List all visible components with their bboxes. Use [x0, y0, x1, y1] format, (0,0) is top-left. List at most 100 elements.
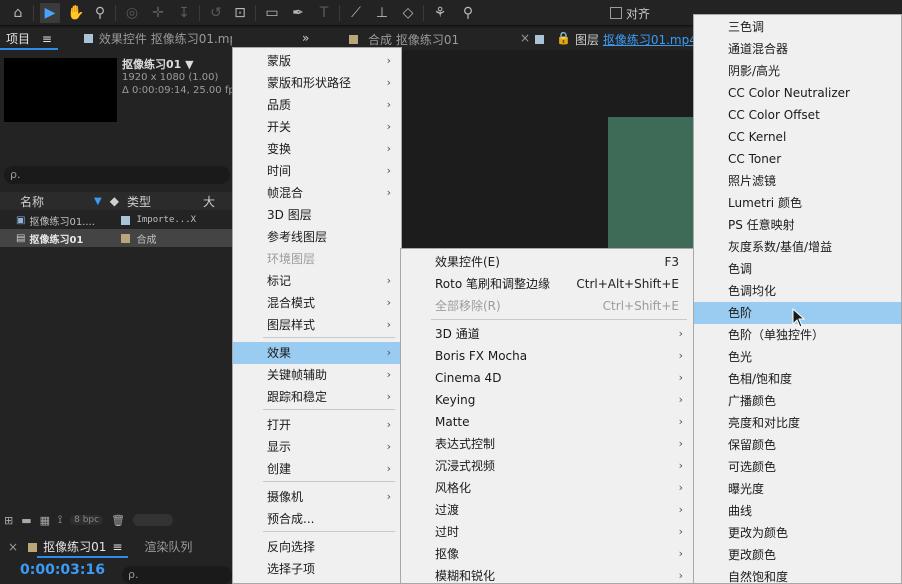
column-type[interactable]: 类型 [127, 193, 203, 210]
color-menu-item[interactable]: 照片滤镜 [694, 170, 901, 192]
timeline-search-input[interactable]: ρ. [122, 566, 232, 584]
rectangle-icon[interactable]: ▭ [262, 3, 282, 23]
effects-menu-item[interactable]: Matte › [401, 411, 693, 433]
context-menu-item[interactable]: 品质 › [233, 94, 401, 116]
effects-menu-item[interactable]: Cinema 4D › [401, 367, 693, 389]
thumbnail-slider[interactable] [133, 514, 174, 526]
context-menu-item[interactable]: 跟踪和稳定 › [233, 386, 401, 408]
color-menu-item[interactable]: CC Kernel [694, 126, 901, 148]
color-menu-item[interactable]: Lumetri 颜色 [694, 192, 901, 214]
type-icon[interactable]: T [314, 3, 334, 23]
effects-menu-item[interactable]: 过渡 › [401, 499, 693, 521]
label-tag-icon[interactable]: ◆ [110, 194, 119, 208]
close-icon[interactable]: × [520, 31, 530, 45]
context-menu-item[interactable]: 混合模式 › [233, 292, 401, 314]
color-menu-item[interactable]: 保留颜色 [694, 434, 901, 456]
color-menu-item[interactable]: 色调均化 [694, 280, 901, 302]
column-name[interactable]: 名称 [20, 193, 94, 210]
color-menu-item[interactable]: PS 任意映射 [694, 214, 901, 236]
context-menu-item[interactable]: 打开 › [233, 414, 401, 436]
stamp-icon[interactable]: ⊥ [372, 3, 392, 23]
orbit-icon[interactable]: ◎ [122, 3, 142, 23]
effects-menu-item[interactable]: Boris FX Mocha › [401, 345, 693, 367]
puppet-pin-icon[interactable]: ⚲ [458, 3, 478, 23]
effects-menu-item[interactable]: Roto 笔刷和调整边缘 Ctrl+Alt+Shift+E [401, 273, 693, 295]
context-menu-item[interactable]: 图层样式 › [233, 314, 401, 336]
context-menu-item[interactable]: 开关 › [233, 116, 401, 138]
lock-icon[interactable]: 🔒 [556, 31, 571, 45]
bpc-toggle[interactable]: 8 bpc [70, 515, 104, 525]
trash-icon[interactable]: 🗑 [111, 514, 125, 527]
tab-timeline-comp[interactable]: 抠像练习01 ≡ [37, 536, 129, 558]
hand-icon[interactable]: ✋ [66, 3, 86, 23]
color-menu-item[interactable]: 三色调 [694, 16, 901, 38]
effects-menu-item[interactable]: 过时 › [401, 521, 693, 543]
label-swatch[interactable] [121, 215, 131, 225]
tab-effect-controls[interactable]: 效果控件 抠像练习01.mp4 [78, 28, 251, 50]
snap-checkbox[interactable]: 对齐 [610, 4, 650, 22]
timecode-display[interactable]: 0:00:03:16 [20, 562, 105, 578]
tab-layer[interactable]: 图层 抠像练习01.mp4 [575, 31, 697, 48]
new-folder-icon[interactable]: ▬ [21, 514, 31, 527]
color-menu-item[interactable]: 更改颜色 [694, 544, 901, 566]
rotate-icon[interactable]: ↺ [206, 3, 226, 23]
project-search-input[interactable]: ρ. [4, 166, 230, 184]
color-menu-item[interactable]: 通道混合器 [694, 38, 901, 60]
tab-render-queue[interactable]: 渲染队列 [138, 536, 198, 558]
effects-menu-item[interactable]: 表达式控制 › [401, 433, 693, 455]
color-menu-item[interactable]: 灰度系数/基值/增益 [694, 236, 901, 258]
color-menu-item[interactable]: 曝光度 [694, 478, 901, 500]
color-menu-item[interactable]: 自然饱和度 [694, 566, 901, 584]
close-icon[interactable]: × [8, 540, 18, 554]
selection-icon[interactable]: ▶ [40, 3, 60, 23]
color-menu-item[interactable]: 阴影/高光 [694, 60, 901, 82]
panel-expand-icon[interactable]: » [302, 31, 309, 45]
pen-icon[interactable]: ✒ [288, 3, 308, 23]
zoom-icon[interactable]: ⚲ [90, 3, 110, 23]
sort-arrow-icon[interactable]: ▼ [94, 196, 102, 207]
eraser-icon[interactable]: ◇ [398, 3, 418, 23]
context-menu-item[interactable]: 效果 › [233, 342, 401, 364]
color-menu-item[interactable]: 曲线 [694, 500, 901, 522]
column-size[interactable]: 大 [203, 193, 215, 210]
context-menu-item[interactable]: 显示 › [233, 436, 401, 458]
context-menu-item[interactable]: 反向选择 [233, 536, 401, 558]
brush-icon[interactable]: ⟋ [346, 3, 366, 23]
color-menu-item[interactable]: 色调 [694, 258, 901, 280]
panel-menu-icon[interactable]: ≡ [112, 540, 122, 554]
context-menu-item[interactable]: 创建 › [233, 458, 401, 480]
interpret-footage-icon[interactable]: ⊞ [4, 514, 13, 527]
context-menu-item[interactable]: 参考线图层 [233, 226, 401, 248]
project-row[interactable]: ▣ 抠像练习01.... Importe...X [0, 211, 232, 229]
context-menu-item[interactable]: 选择子项 [233, 558, 401, 580]
flowchart-icon[interactable]: ⟟ [58, 513, 62, 527]
color-menu-item[interactable]: 可选颜色 [694, 456, 901, 478]
home-icon[interactable]: ⌂ [8, 3, 28, 23]
effects-menu-item[interactable]: Keying › [401, 389, 693, 411]
roto-brush-icon[interactable]: ⚘ [430, 3, 450, 23]
effects-menu-item[interactable]: 抠像 › [401, 543, 693, 565]
dolly-icon[interactable]: ↧ [174, 3, 194, 23]
color-menu-item[interactable]: 广播颜色 [694, 390, 901, 412]
effects-menu-item[interactable]: 3D 通道 › [401, 323, 693, 345]
context-menu-item[interactable]: 蒙版和形状路径 › [233, 72, 401, 94]
context-menu-item[interactable]: 变换 › [233, 138, 401, 160]
color-menu-item[interactable]: 色光 [694, 346, 901, 368]
context-menu-item[interactable]: 3D 图层 [233, 204, 401, 226]
label-swatch[interactable] [121, 233, 131, 243]
comp-name[interactable]: 抠像练习01 ▼ [122, 58, 240, 71]
tab-project[interactable]: 项目 ≡ [0, 28, 58, 50]
new-comp-icon[interactable]: ▦ [40, 514, 50, 527]
color-menu-item[interactable]: CC Toner [694, 148, 901, 170]
context-menu-item[interactable]: 摄像机 › [233, 486, 401, 508]
tab-composition[interactable]: 合成 抠像练习01 [368, 31, 459, 48]
effects-menu-item[interactable]: 模糊和锐化 › [401, 565, 693, 584]
context-menu-item[interactable]: 预合成... [233, 508, 401, 530]
color-menu-item[interactable]: CC Color Offset [694, 104, 901, 126]
context-menu-item[interactable]: 时间 › [233, 160, 401, 182]
panel-menu-icon[interactable]: ≡ [42, 32, 52, 46]
context-menu-item[interactable]: 标记 › [233, 270, 401, 292]
effects-menu-item[interactable]: 沉浸式视频 › [401, 455, 693, 477]
effects-menu-item[interactable]: 风格化 › [401, 477, 693, 499]
context-menu-item[interactable]: 关键帧辅助 › [233, 364, 401, 386]
